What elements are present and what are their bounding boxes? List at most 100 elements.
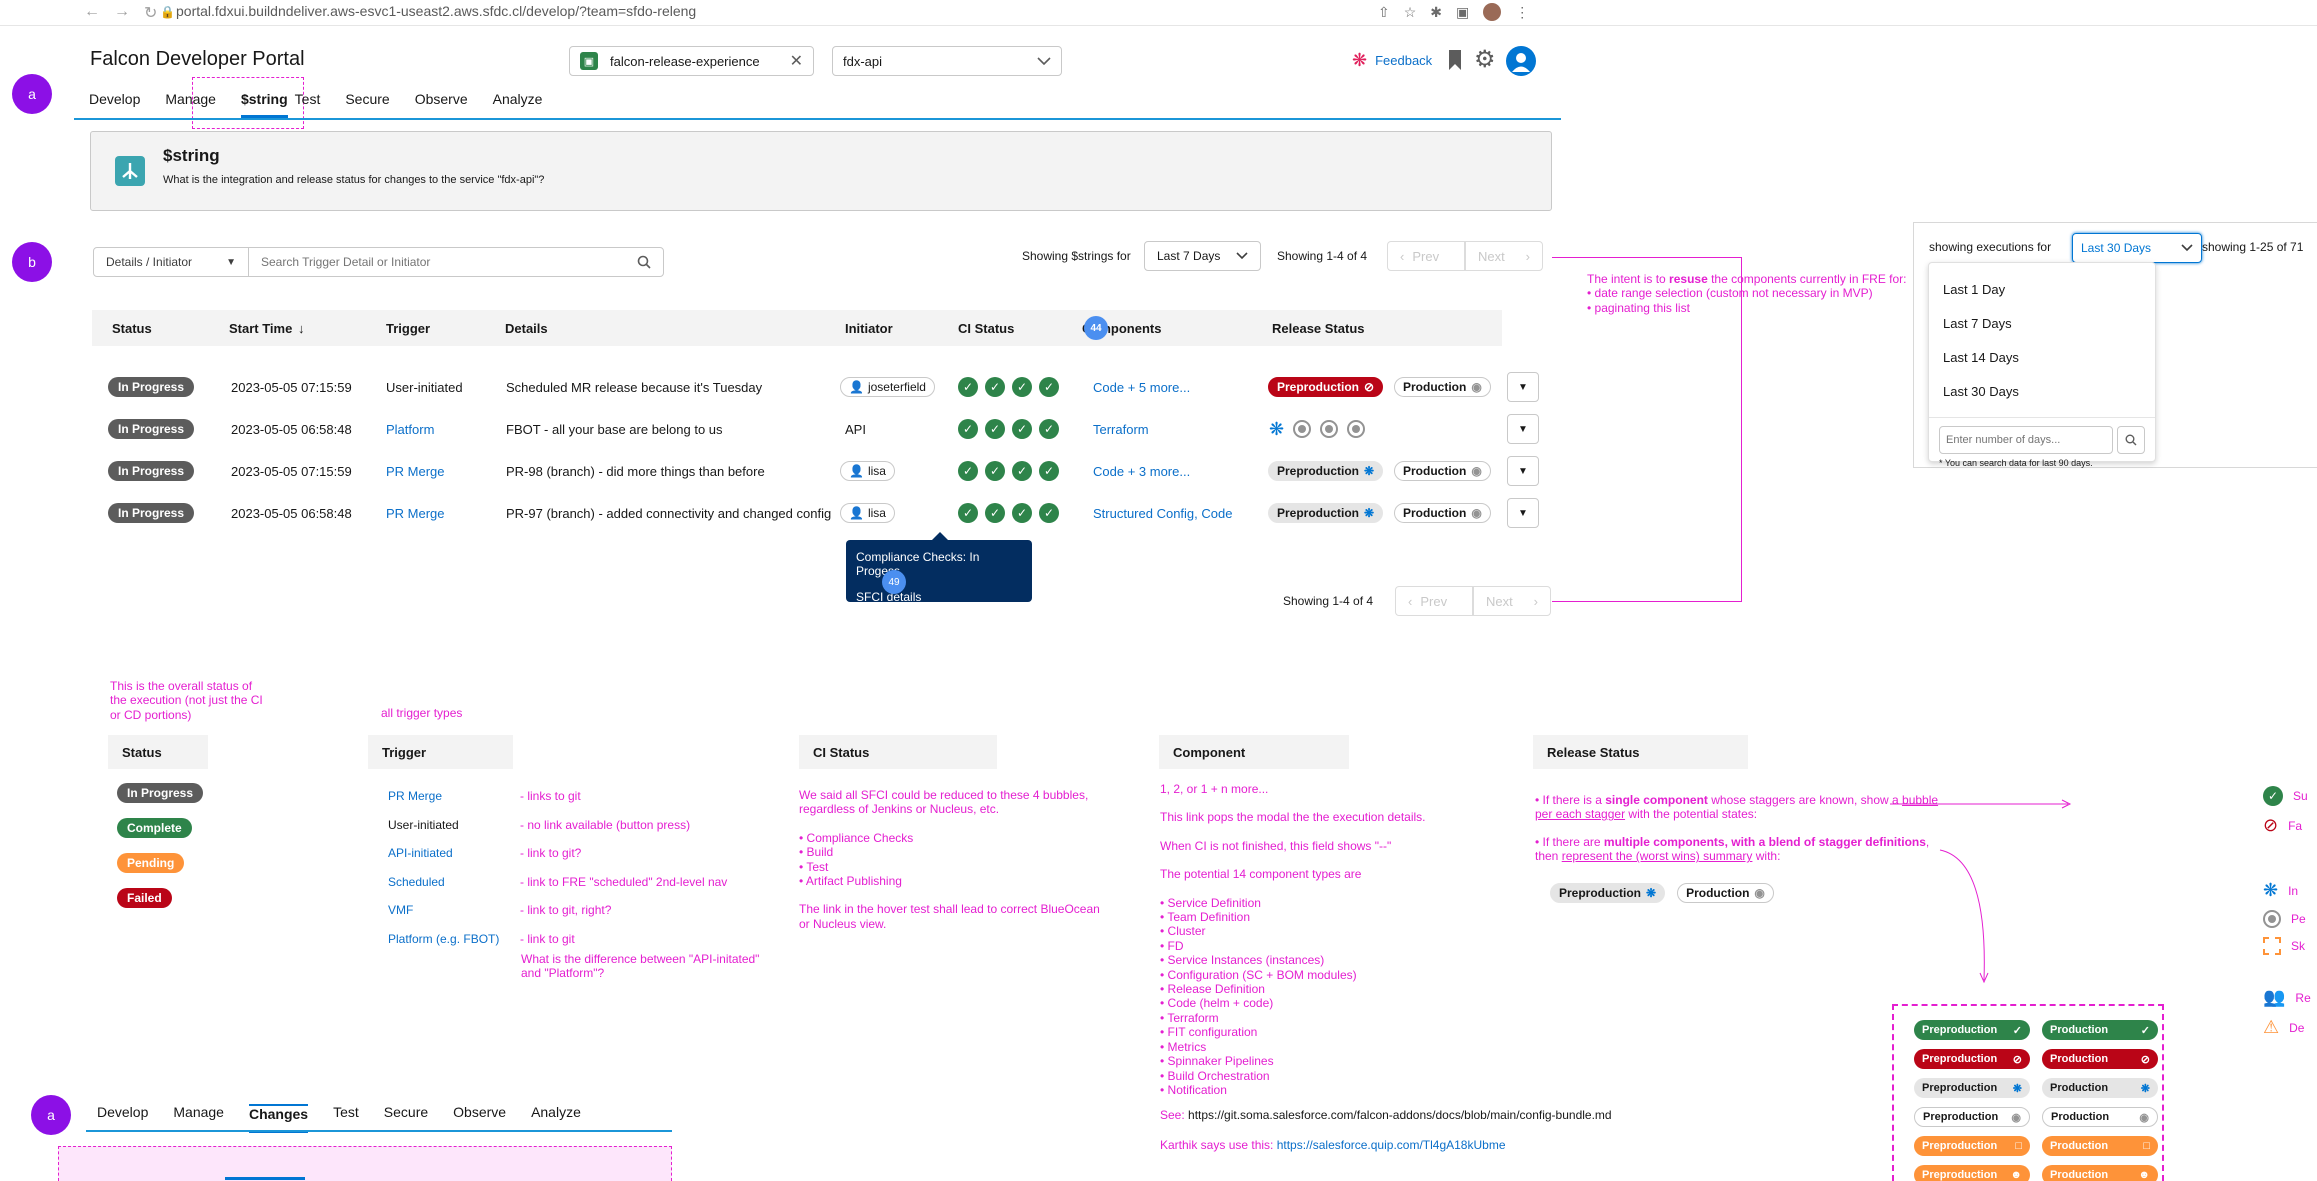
kebab-icon[interactable]: ⋮ (1515, 4, 1529, 21)
range-option[interactable]: Last 30 Days (1943, 375, 2141, 409)
tab-secure[interactable]: Secure (345, 91, 389, 118)
check-icon[interactable]: ✓ (958, 377, 978, 397)
browser-avatar[interactable] (1483, 3, 1502, 21)
annotation-text: the components currently in FRE for: (1707, 272, 1907, 286)
trigger-type[interactable]: PR Merge (388, 782, 499, 811)
sort-down-icon[interactable]: ↓ (298, 321, 305, 336)
col-start-time[interactable]: Start Time (229, 321, 292, 336)
initiator[interactable]: 👤 joseterfield (840, 377, 935, 397)
star-icon[interactable]: ☆ (1404, 4, 1417, 21)
details: PR-97 (branch) - added connectivity and … (506, 505, 832, 521)
trigger-type[interactable]: API-initiated (388, 839, 499, 868)
tab-observe[interactable]: Observe (415, 91, 468, 118)
pending-icon: ◉ (1471, 506, 1482, 520)
check-icon[interactable]: ✓ (985, 461, 1005, 481)
tooltip-link[interactable]: SFCI details (856, 590, 1022, 604)
days-search-button[interactable] (2117, 426, 2145, 454)
col-initiator[interactable]: Initiator (845, 321, 893, 336)
col-details[interactable]: Details (505, 321, 548, 336)
initiator[interactable]: 👤 lisa (840, 461, 895, 481)
avatar[interactable] (1506, 46, 1536, 76)
trigger-type[interactable]: Platform (e.g. FBOT) (388, 925, 499, 954)
initiator[interactable]: 👤 lisa (840, 503, 895, 523)
date-range-select[interactable]: Last 7 Days (1144, 241, 1261, 271)
check-icon[interactable]: ✓ (1039, 377, 1059, 397)
trigger-type[interactable]: VMF (388, 896, 499, 925)
share-icon[interactable]: ⇧ (1378, 4, 1390, 21)
check-icon[interactable]: ✓ (1039, 419, 1059, 439)
components-link[interactable]: Code + 3 more... (1093, 464, 1190, 479)
trigger-type[interactable]: Scheduled (388, 868, 499, 897)
check-icon[interactable]: ✓ (1039, 503, 1059, 523)
check-icon[interactable]: ✓ (985, 503, 1005, 523)
row-menu-button[interactable]: ▼ (1507, 372, 1539, 402)
back-icon[interactable]: ← (84, 3, 100, 23)
trigger[interactable]: PR Merge (386, 464, 445, 479)
forward-icon[interactable]: → (114, 3, 130, 23)
components-link[interactable]: Structured Config, Code (1093, 506, 1232, 521)
check-icon[interactable]: ✓ (1012, 377, 1032, 397)
gear-icon[interactable]: ⚙ (1474, 45, 1496, 74)
col-release-status[interactable]: Release Status (1272, 321, 1365, 336)
karthik-link[interactable]: https://salesforce.quip.com/Tl4gA18kUbme (1277, 1138, 1506, 1152)
tab-changes[interactable]: Changes (248, 1104, 309, 1133)
tab-observe[interactable]: Observe (453, 1104, 506, 1133)
executions-range-select[interactable]: Last 30 Days (2072, 233, 2202, 263)
sidebar-icon[interactable]: ▣ (1456, 4, 1469, 21)
prev-button[interactable]: ‹ Prev (1395, 586, 1473, 616)
check-icon[interactable]: ✓ (958, 419, 978, 439)
search-input[interactable] (261, 255, 637, 269)
search-box[interactable] (248, 247, 664, 277)
address-bar[interactable]: portal.fdxui.buildndeliver.aws-esvc1-use… (176, 3, 696, 19)
feedback-link[interactable]: ❋ Feedback (1352, 50, 1432, 71)
see-url[interactable]: https://git.soma.salesforce.com/falcon-a… (1188, 1108, 1612, 1122)
col-ci-status[interactable]: CI Status (958, 321, 1014, 336)
row-menu-button[interactable]: ▼ (1507, 414, 1539, 444)
pill-label: Preproduction (1922, 1082, 1998, 1094)
row-menu-button[interactable]: ▼ (1507, 498, 1539, 528)
tab-analyze[interactable]: Analyze (531, 1104, 581, 1133)
range-option[interactable]: Last 1 Day (1943, 273, 2141, 307)
range-option[interactable]: Last 14 Days (1943, 341, 2141, 375)
check-icon[interactable]: ✓ (985, 377, 1005, 397)
annotation-text: The intent is to (1587, 272, 1670, 286)
check-icon[interactable]: ✓ (1039, 461, 1059, 481)
range-option[interactable]: Last 7 Days (1943, 307, 2141, 341)
days-input[interactable] (1939, 426, 2113, 454)
extensions-icon[interactable]: ✱ (1430, 4, 1442, 21)
check-icon[interactable]: ✓ (958, 503, 978, 523)
tab-analyze[interactable]: Analyze (493, 91, 543, 118)
tab-test[interactable]: Test (333, 1104, 359, 1133)
tab-string[interactable]: $string (240, 91, 288, 118)
tab-develop[interactable]: Develop (97, 1104, 148, 1133)
tab-test[interactable]: Test (295, 91, 321, 118)
row-menu-button[interactable]: ▼ (1507, 456, 1539, 486)
tab-manage[interactable]: Manage (173, 1104, 224, 1133)
check-icon[interactable]: ✓ (1012, 419, 1032, 439)
col-trigger[interactable]: Trigger (386, 321, 430, 336)
clear-icon[interactable]: ✕ (790, 51, 803, 71)
bookmark-icon[interactable] (1449, 50, 1461, 70)
check-icon[interactable]: ✓ (1012, 461, 1032, 481)
check-icon[interactable]: ✓ (958, 461, 978, 481)
col-status[interactable]: Status (112, 321, 152, 336)
reload-icon[interactable]: ↻ (144, 3, 157, 23)
filter-select[interactable]: Details / Initiator ▼ (93, 247, 249, 277)
tab-secure[interactable]: Secure (384, 1104, 428, 1133)
components-link[interactable]: Terraform (1093, 422, 1149, 437)
search-icon[interactable] (637, 255, 651, 269)
start-time: 2023-05-05 07:15:59 (231, 463, 352, 479)
tab-develop[interactable]: Develop (89, 91, 140, 118)
components-link[interactable]: Code + 5 more... (1093, 380, 1190, 395)
service-selector[interactable]: fdx-api (832, 46, 1062, 76)
check-icon[interactable]: ✓ (985, 419, 1005, 439)
trigger[interactable]: Platform (386, 422, 434, 437)
trigger[interactable]: PR Merge (386, 506, 445, 521)
prev-button[interactable]: ‹ Prev (1387, 241, 1465, 271)
next-button[interactable]: Next › (1473, 586, 1551, 616)
team-selector[interactable]: ▣ falcon-release-experience ✕ (569, 46, 814, 76)
tab-manage[interactable]: Manage (165, 91, 216, 118)
next-button[interactable]: Next › (1465, 241, 1543, 271)
status-badge: Failed (117, 888, 172, 908)
check-icon[interactable]: ✓ (1012, 503, 1032, 523)
